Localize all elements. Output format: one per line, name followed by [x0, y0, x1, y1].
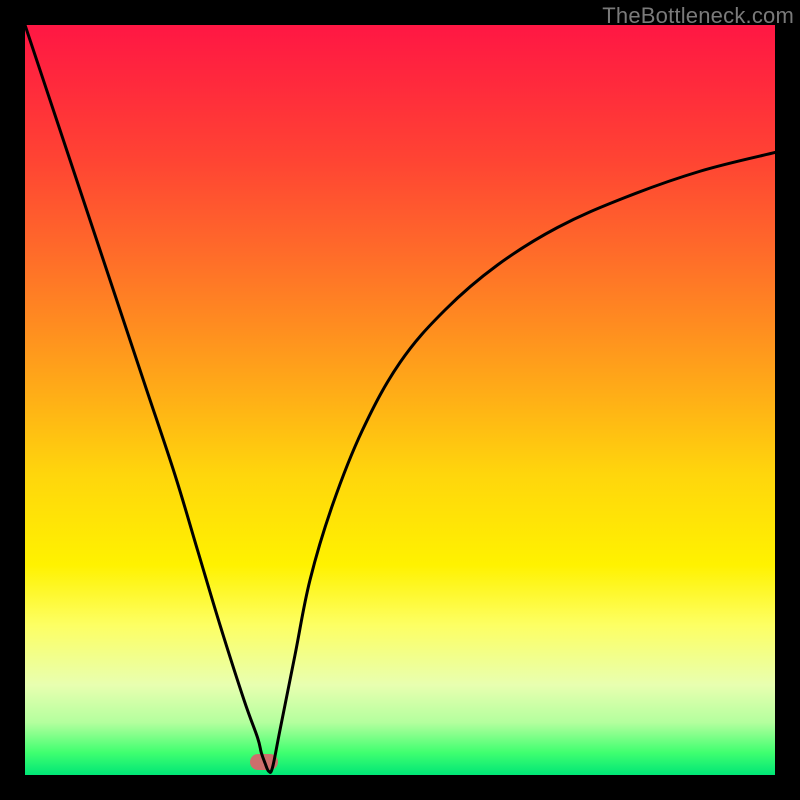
watermark-text: TheBottleneck.com	[602, 3, 794, 29]
chart-area	[25, 25, 775, 775]
bottleneck-curve	[25, 25, 775, 772]
curve-layer	[25, 25, 775, 775]
